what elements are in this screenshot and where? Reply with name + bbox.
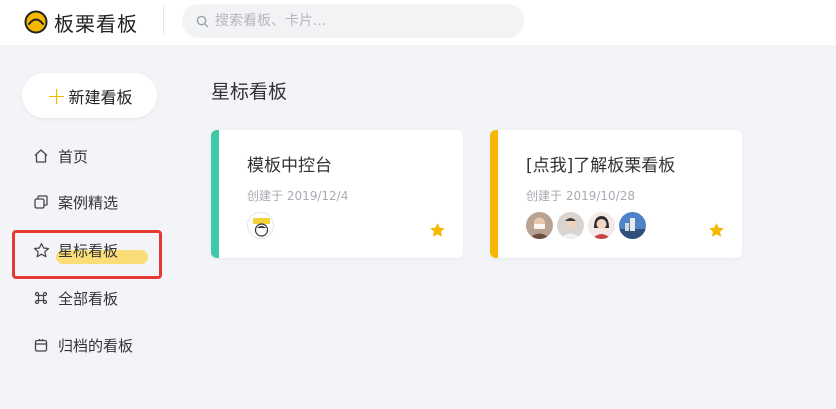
- avatar: [588, 212, 615, 239]
- brand-name: 板栗看板: [54, 11, 138, 36]
- divider: [163, 6, 164, 34]
- sidebar-item-label: 全部看板: [58, 289, 119, 308]
- search-icon: [196, 15, 209, 28]
- sidebar-item-label: 案例精选: [58, 193, 119, 212]
- avatar: [619, 212, 646, 239]
- brand[interactable]: 板栗看板: [24, 7, 138, 37]
- brand-logo-icon: [24, 10, 48, 34]
- card-title: 模板中控台: [247, 156, 332, 176]
- command-icon: [32, 289, 50, 307]
- board-card[interactable]: 模板中控台 创建于 2019/12/4: [211, 130, 463, 258]
- sidebar-item-archived[interactable]: 归档的看板: [32, 332, 133, 358]
- home-icon: [32, 147, 50, 165]
- top-bar: 板栗看板: [0, 0, 836, 45]
- copy-icon: [32, 193, 50, 211]
- avatar: [247, 212, 274, 239]
- sidebar-item-home[interactable]: 首页: [32, 143, 88, 169]
- search-input[interactable]: [215, 13, 515, 29]
- board-card[interactable]: [点我]了解板栗看板 创建于 2019/10/28: [490, 130, 742, 258]
- new-board-label: 新建看板: [68, 87, 133, 107]
- search-bar[interactable]: [182, 4, 524, 38]
- card-accent-bar: [490, 130, 498, 258]
- section-title: 星标看板: [211, 81, 288, 103]
- new-board-button[interactable]: + 新建看板: [22, 73, 157, 118]
- card-accent-bar: [211, 130, 219, 258]
- card-members: [526, 212, 650, 239]
- star-filled-icon[interactable]: [429, 222, 446, 239]
- card-date: 创建于 2019/12/4: [247, 189, 349, 203]
- card-date: 创建于 2019/10/28: [526, 189, 635, 203]
- plus-icon: +: [46, 81, 67, 110]
- sidebar-item-label: 归档的看板: [58, 336, 134, 355]
- sidebar-item-label: 星标看板: [58, 241, 119, 260]
- avatar: [526, 212, 553, 239]
- archive-icon: [32, 336, 50, 354]
- avatar: [557, 212, 584, 239]
- card-title: [点我]了解板栗看板: [526, 156, 676, 176]
- card-members: [247, 212, 278, 239]
- star-filled-icon[interactable]: [708, 222, 725, 239]
- sidebar-item-all[interactable]: 全部看板: [32, 285, 118, 311]
- sidebar-item-cases[interactable]: 案例精选: [32, 189, 118, 215]
- sidebar-item-label: 首页: [58, 147, 89, 166]
